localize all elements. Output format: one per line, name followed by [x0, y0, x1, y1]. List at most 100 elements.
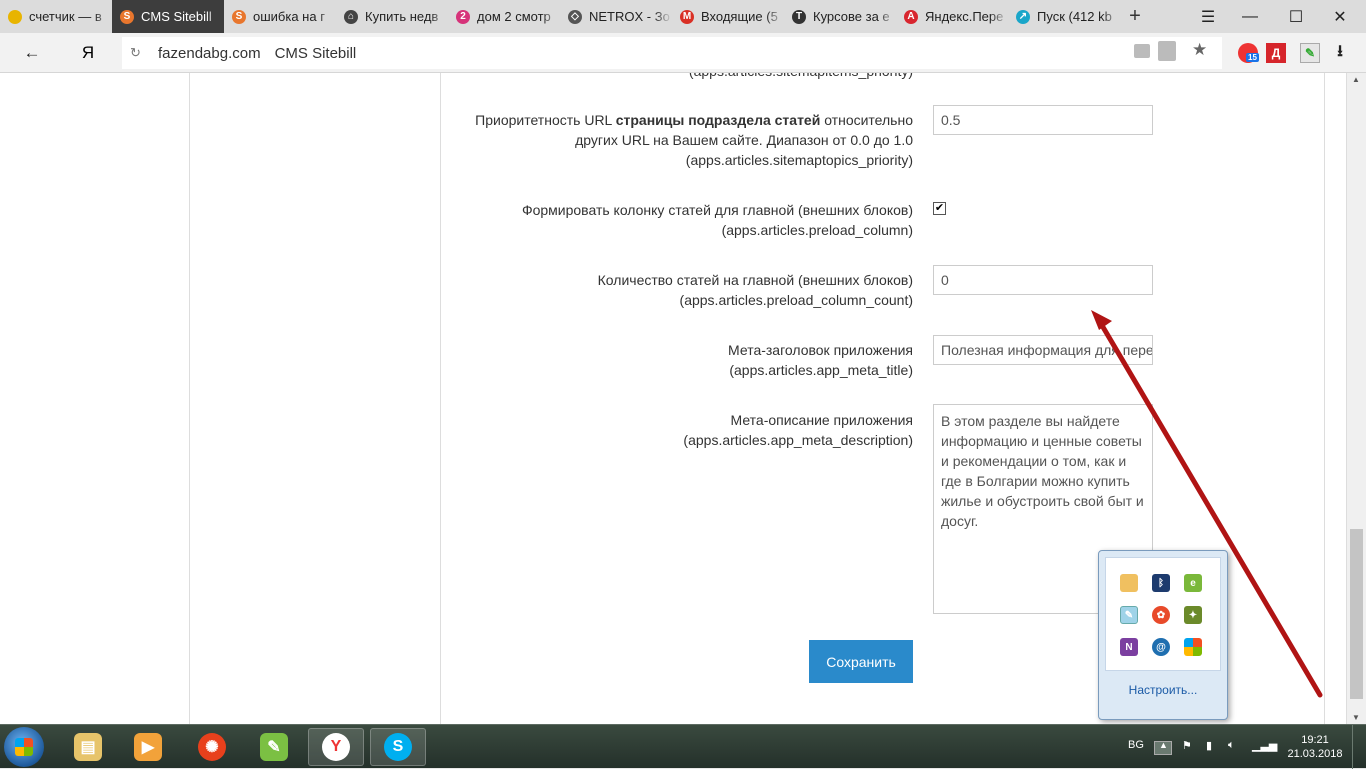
- browser-tab[interactable]: ⌂ Купить недв: [336, 0, 448, 33]
- system-clock[interactable]: 19:21 21.03.2018: [1283, 733, 1347, 761]
- meta-title-input[interactable]: Полезная информация для переезда: [933, 335, 1153, 365]
- topics-priority-input[interactable]: 0.5: [933, 105, 1153, 135]
- windows-flag-icon[interactable]: [1184, 638, 1202, 656]
- yandex-logo[interactable]: Я: [76, 41, 100, 65]
- browser-tab[interactable]: A Яндекс.Пере: [896, 0, 1008, 33]
- topics-priority-text-b: относительно: [820, 112, 913, 128]
- bluetooth-icon[interactable]: ᛒ: [1152, 574, 1170, 592]
- taskbar-explorer[interactable]: ▤: [60, 728, 116, 766]
- film-reel-icon: ✺: [198, 733, 226, 761]
- tab-favicon-icon: S: [120, 9, 134, 24]
- browser-tab[interactable]: M Входящие (5: [672, 0, 784, 33]
- browser-tab[interactable]: T Курсове за е: [784, 0, 896, 33]
- browser-tab[interactable]: ◇ NETROX - Зо: [560, 0, 672, 33]
- tab-favicon-icon: 2: [456, 9, 470, 24]
- show-hidden-icons-button[interactable]: ▲: [1154, 740, 1172, 755]
- tab-title: счетчик — в: [29, 9, 102, 24]
- tab-favicon-icon: S: [232, 9, 246, 24]
- network-icon[interactable]: ▁▃▅: [1252, 739, 1277, 752]
- url-page-title: CMS Sitebill: [274, 44, 357, 62]
- windows-logo-icon: [15, 738, 33, 756]
- comment-icon[interactable]: [1134, 44, 1150, 58]
- meta-description-key: (apps.articles.app_meta_description): [683, 432, 913, 448]
- scroll-thumb[interactable]: [1350, 529, 1363, 699]
- customize-tray-link[interactable]: Настроить...: [1099, 683, 1227, 697]
- lock-icon[interactable]: [1158, 41, 1176, 61]
- meta-title-text: Мета-заголовок приложения: [728, 342, 913, 358]
- preload-column-text: Формировать колонку статей для главной (…: [521, 202, 913, 218]
- show-desktop-button[interactable]: [1352, 725, 1366, 769]
- scroll-up-icon[interactable]: ▲: [1352, 75, 1360, 84]
- tab-favicon-icon: A: [904, 9, 918, 24]
- download-icon[interactable]: ⭳: [1330, 43, 1350, 63]
- start-button[interactable]: [4, 727, 44, 767]
- menu-icon[interactable]: ☰: [1188, 0, 1228, 33]
- tabs: счетчик — в S CMS Sitebill Sошибка на г ⌂ Куп…: [0, 0, 1120, 33]
- tab-title: NETROX - Зо: [589, 9, 670, 24]
- taskbar-media-player[interactable]: ▶: [120, 728, 176, 766]
- extension-note-icon[interactable]: ✎: [1300, 43, 1320, 63]
- update-icon[interactable]: @: [1152, 638, 1170, 656]
- browser-tab[interactable]: счетчик — в: [0, 0, 112, 33]
- bookmark-star-icon[interactable]: ★: [1192, 40, 1207, 60]
- preload-count-input[interactable]: 0: [933, 265, 1153, 295]
- tray-overflow-popup: ᛒ e ✎ ✿ ✦ N @ Настроить...: [1098, 550, 1228, 720]
- yandex-browser-icon: Y: [322, 733, 350, 761]
- browser-tab[interactable]: Sошибка на г: [224, 0, 336, 33]
- preload-column-checkbox[interactable]: ✔: [933, 202, 946, 215]
- flower-icon[interactable]: ✿: [1152, 606, 1170, 624]
- action-center-flag-icon[interactable]: ⚑: [1182, 739, 1192, 752]
- new-tab-button[interactable]: +: [1120, 0, 1150, 33]
- tab-title: CMS Sitebill: [141, 9, 212, 24]
- tab-title: ошибка на г: [253, 9, 325, 24]
- language-indicator[interactable]: BG: [1128, 739, 1144, 751]
- scroll-down-icon[interactable]: ▼: [1352, 713, 1360, 722]
- extension-d-icon[interactable]: Д: [1266, 43, 1286, 63]
- maximize-button[interactable]: ☐: [1276, 0, 1316, 33]
- sitemapitems-priority-key: (apps.articles.sitemapitems_priority): [689, 73, 913, 81]
- clock-time: 19:21: [1301, 734, 1329, 746]
- tab-strip: счетчик — в S CMS Sitebill Sошибка на г ⌂ Куп…: [0, 0, 1366, 33]
- preload-count-label: Количество статей на главной (внешних бл…: [598, 270, 913, 310]
- badge-count: 15: [1246, 53, 1259, 62]
- power-icon[interactable]: ▮: [1206, 739, 1212, 752]
- clock-date: 21.03.2018: [1287, 748, 1343, 760]
- taskbar-skype[interactable]: S: [370, 728, 426, 766]
- skype-icon: S: [384, 733, 412, 761]
- folder-icon: ▤: [74, 733, 102, 761]
- tab-title: Курсове за е: [813, 9, 890, 24]
- taskbar-film-app[interactable]: ✺: [184, 728, 240, 766]
- save-button[interactable]: Сохранить: [809, 640, 913, 683]
- back-button[interactable]: ←: [20, 41, 44, 65]
- browser-tab[interactable]: 2 дом 2 смотр: [448, 0, 560, 33]
- topics-priority-text-bold: страницы подраздела статей: [615, 112, 821, 128]
- url-host: fazendabg.com: [158, 44, 261, 62]
- meta-description-label: Мета-описание приложения (apps.articles.…: [683, 410, 913, 450]
- bird-icon[interactable]: ✦: [1184, 606, 1202, 624]
- evernote-icon[interactable]: e: [1184, 574, 1202, 592]
- topics-priority-range: других URL на Вашем сайте. Диапазон от 0…: [575, 132, 913, 148]
- preload-column-label: Формировать колонку статей для главной (…: [522, 200, 913, 240]
- close-window-button[interactable]: ✕: [1320, 0, 1360, 33]
- preload-count-key: (apps.articles.preload_column_count): [679, 292, 913, 308]
- pill-icon[interactable]: [1120, 574, 1138, 592]
- topics-priority-text-a: Приоритетность URL: [475, 112, 616, 128]
- tab-title: Пуск (412 kb: [1037, 9, 1112, 24]
- onenote-icon[interactable]: N: [1120, 638, 1138, 656]
- extension-badge-icon[interactable]: 15: [1238, 43, 1259, 63]
- volume-icon[interactable]: 🔈︎: [1228, 739, 1235, 752]
- tray-icon-panel: ᛒ e ✎ ✿ ✦ N @: [1105, 557, 1221, 671]
- browser-tab[interactable]: ↗ Пуск (412 kb: [1008, 0, 1120, 33]
- reload-icon[interactable]: ↻: [130, 45, 141, 61]
- tab-title: Входящие (5: [701, 9, 778, 24]
- taskbar-yandex-browser[interactable]: Y: [308, 728, 364, 766]
- address-bar[interactable]: ↻ fazendabg.com CMS Sitebill ★: [122, 37, 1222, 69]
- preload-column-key: (apps.articles.preload_column): [721, 222, 913, 238]
- notepad-icon[interactable]: ✎: [1120, 606, 1138, 624]
- taskbar-notepad[interactable]: ✎: [246, 728, 302, 766]
- minimize-button[interactable]: —: [1230, 0, 1270, 33]
- browser-tab[interactable]: S CMS Sitebill: [112, 0, 224, 33]
- meta-title-key: (apps.articles.app_meta_title): [729, 362, 913, 378]
- navigation-bar: ← Я ↻ fazendabg.com CMS Sitebill ★ 15 Д …: [0, 33, 1366, 73]
- page-scrollbar[interactable]: ▲ ▼: [1346, 73, 1366, 724]
